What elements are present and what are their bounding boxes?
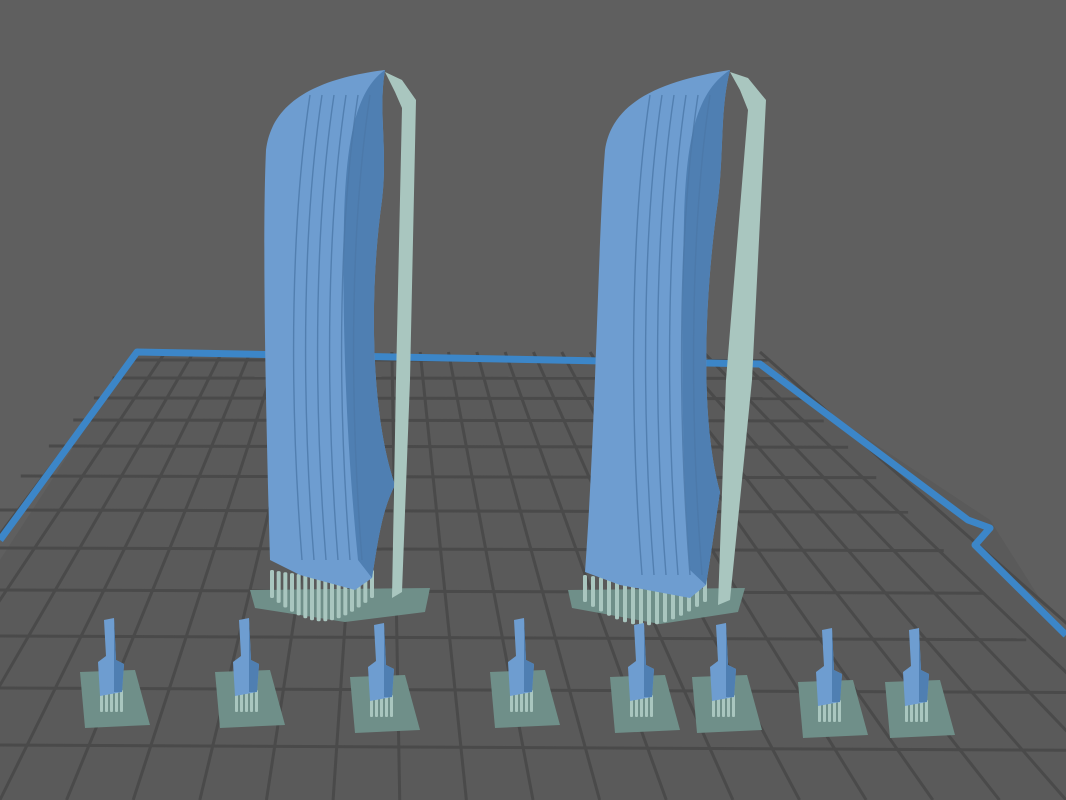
3d-viewport[interactable] [0,0,1066,800]
support-pin [290,573,294,612]
support-pin [599,577,603,612]
hull-part-left[interactable] [250,70,430,622]
support-pin [270,570,274,598]
support-pin [385,695,388,717]
support-pin [607,578,611,616]
support-pin [925,700,928,722]
support-pin [833,700,836,722]
support-pin [583,575,587,602]
support-pin [591,576,595,607]
support-pin [727,695,730,717]
support-pin [316,575,321,622]
support-pin [838,700,841,722]
support-pin [120,690,123,712]
support-pin [296,574,301,616]
support-pin [283,572,288,608]
support-pin [650,695,653,717]
grid-line-row [73,418,824,423]
support-pin [310,575,314,621]
support-pin [250,690,253,712]
support-pin [645,695,648,717]
support-pin [255,690,258,712]
support-pin [920,700,923,722]
support-pin [276,571,281,603]
support-pin [615,579,619,620]
grid-line-row [20,474,877,480]
support-pin [530,690,533,712]
support-pin [303,574,308,619]
scene-canvas[interactable] [0,0,1066,800]
support-pin [390,695,393,717]
support-pin [525,690,528,712]
support-pin [115,690,118,712]
support-pin [732,695,735,717]
